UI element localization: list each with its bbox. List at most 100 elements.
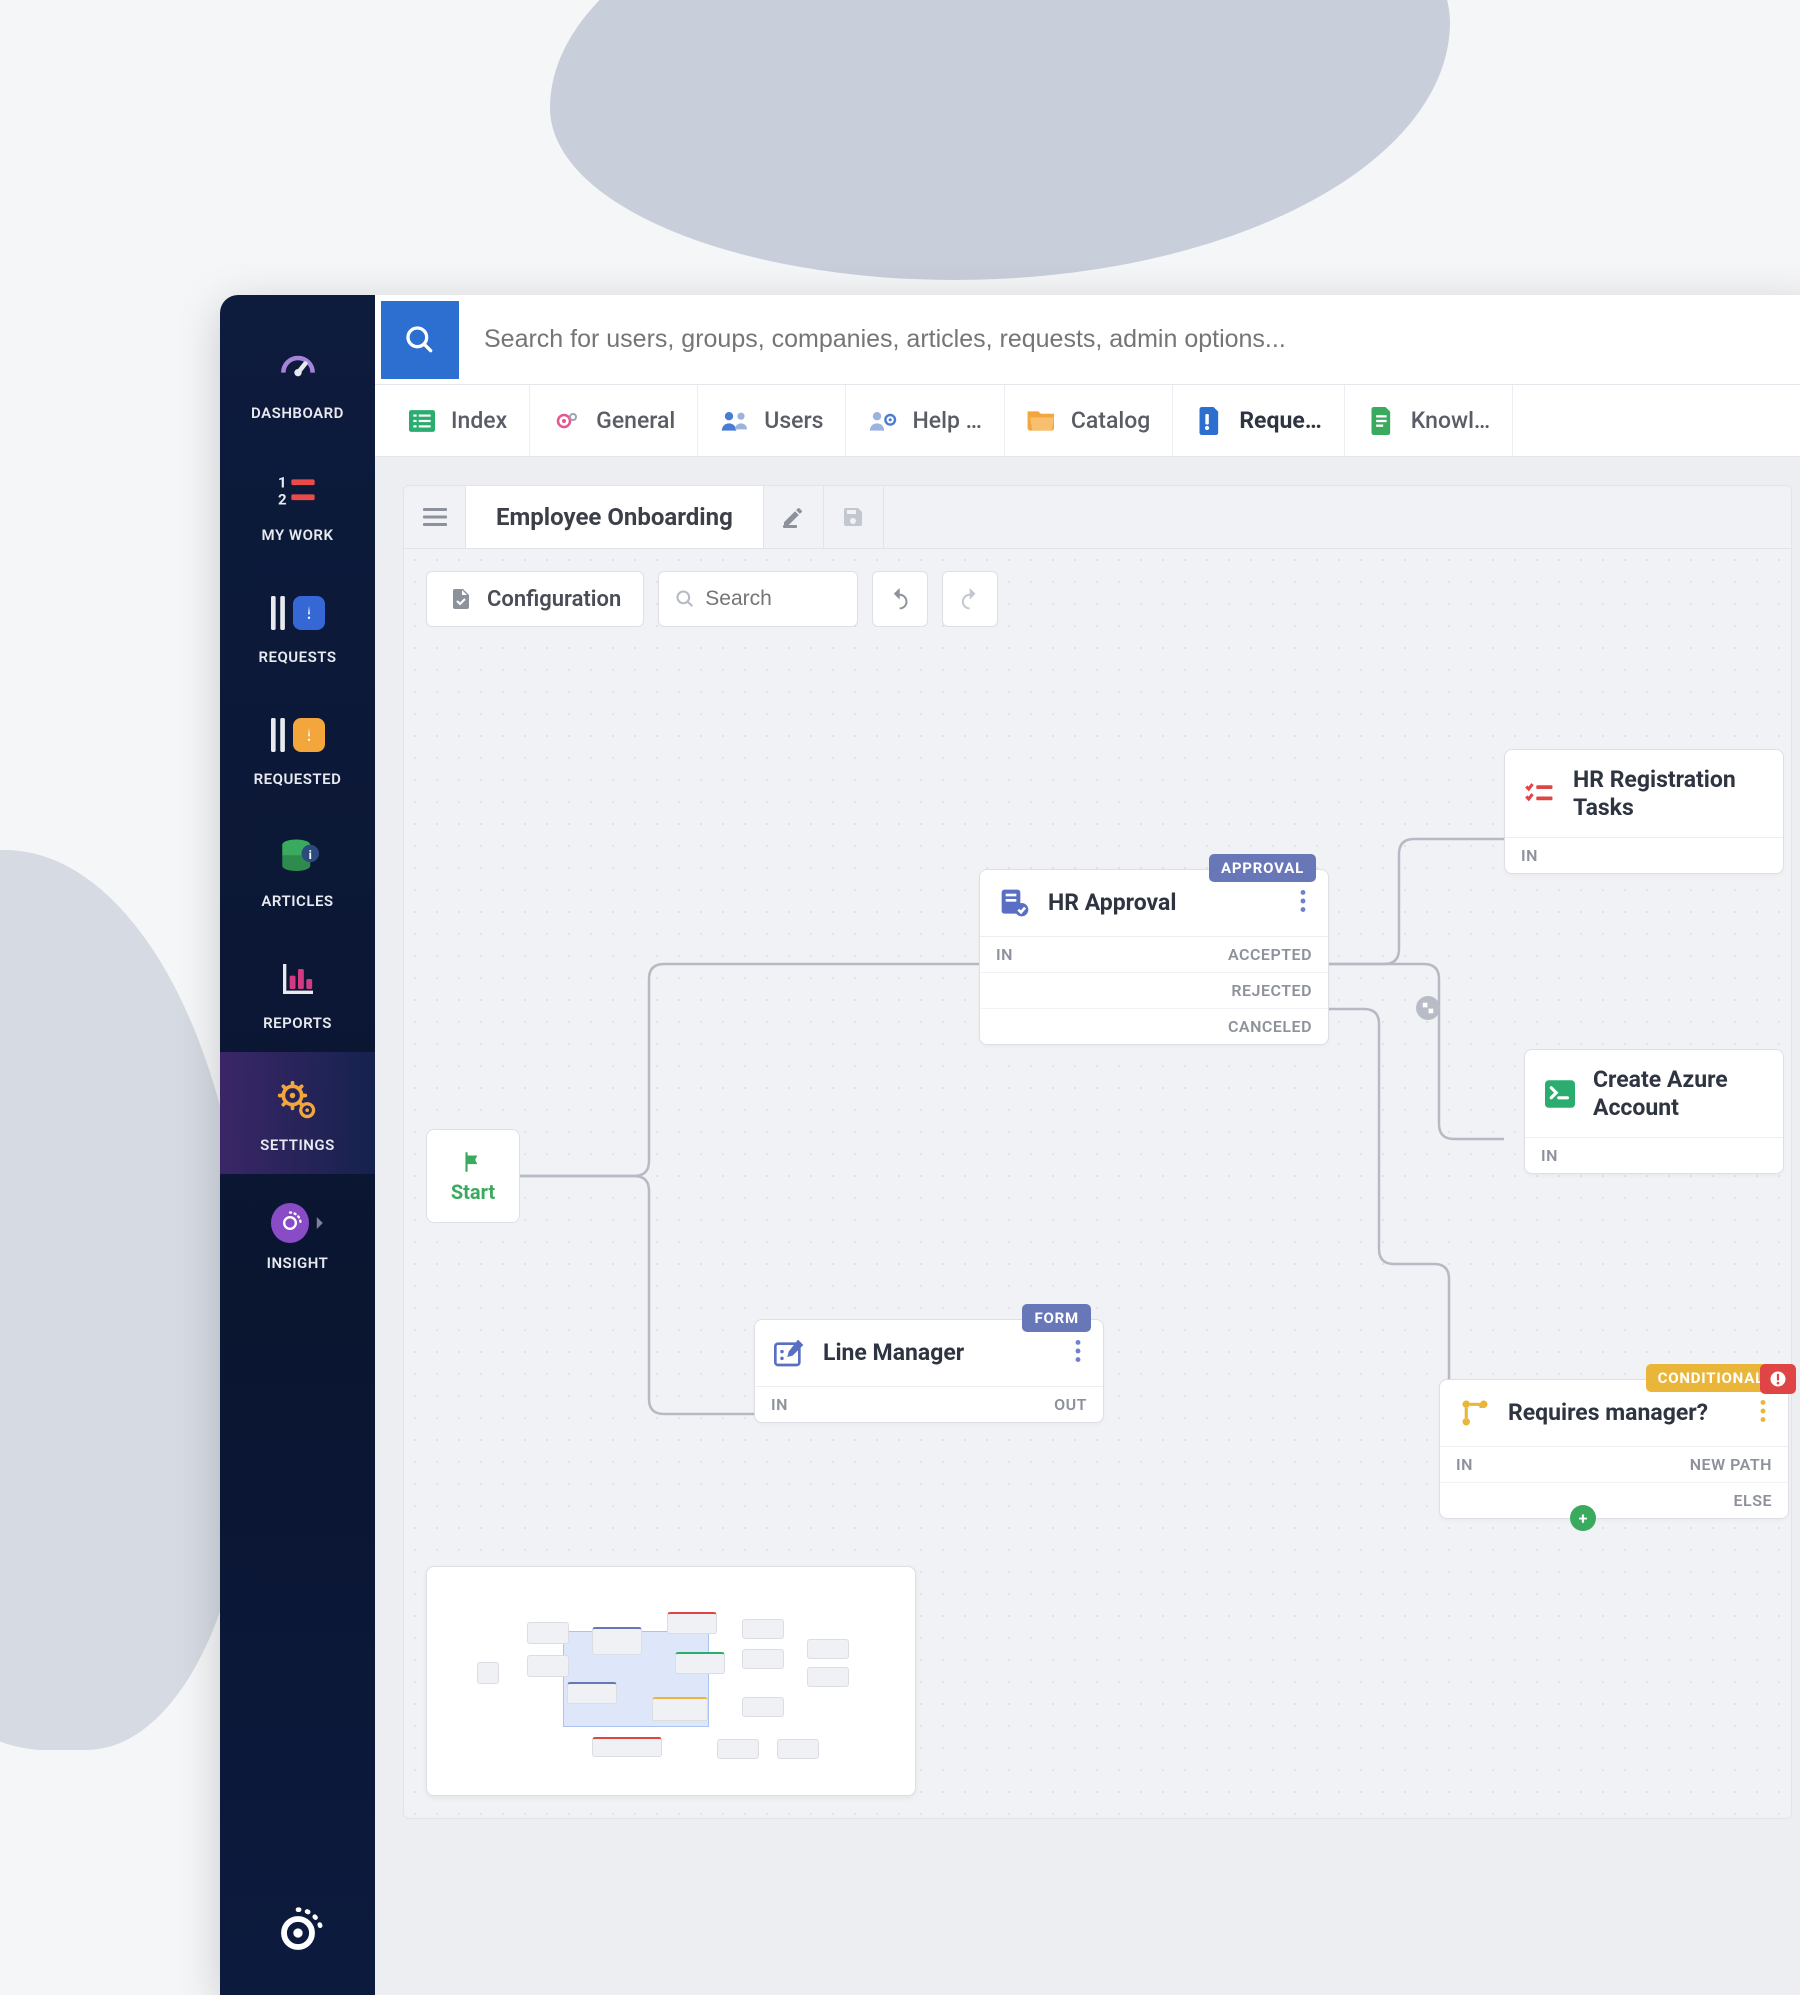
search-icon [404, 324, 436, 356]
gauge-icon [276, 347, 320, 391]
port-out: OUT [1054, 1395, 1087, 1414]
canvas-search[interactable] [658, 571, 858, 627]
sidebar-item-dashboard[interactable]: DASHBOARD [220, 320, 375, 442]
sidebar-item-insight[interactable]: INSIGHT [220, 1174, 375, 1292]
node-hr-approval[interactable]: APPROVAL HR Approval INACCEPTED REJECTED… [979, 869, 1329, 1045]
node-menu-button[interactable] [1756, 1396, 1770, 1430]
save-icon [841, 505, 865, 529]
users-icon [720, 408, 750, 434]
tab-requests[interactable]: Reque… [1173, 385, 1344, 456]
sidebar-item-mywork[interactable]: 12 MY WORK [220, 442, 375, 564]
kebab-icon [1760, 1400, 1766, 1422]
svg-text:1: 1 [278, 475, 287, 492]
node-menu-button[interactable] [1071, 1336, 1085, 1370]
port-in: IN [996, 945, 1013, 964]
numbered-list-icon: 12 [278, 475, 318, 507]
bars-icon [271, 595, 290, 631]
terminal-icon [1543, 1077, 1577, 1111]
tab-general[interactable]: General [530, 385, 698, 456]
sidebar-item-settings[interactable]: SETTINGS [220, 1052, 375, 1174]
bars-icon [271, 717, 290, 753]
start-label: Start [451, 1180, 495, 1204]
global-search-input[interactable] [459, 295, 1800, 384]
workflow-menu-button[interactable] [404, 486, 466, 548]
tab-label: Reque… [1239, 407, 1321, 434]
node-title: HR Registration Tasks [1573, 766, 1765, 821]
app-window: DASHBOARD 12 MY WORK REQUESTS REQUESTED [220, 295, 1800, 1995]
port-accepted: ACCEPTED [1228, 945, 1312, 964]
node-hr-registration[interactable]: HR Registration Tasks IN [1504, 749, 1784, 874]
alert-badge-icon [293, 718, 324, 752]
node-create-azure[interactable]: Create Azure Account IN [1524, 1049, 1784, 1174]
node-start[interactable]: Start [426, 1129, 520, 1223]
alert-icon [1769, 1370, 1787, 1388]
save-button[interactable] [824, 486, 884, 548]
document-icon [1367, 408, 1397, 434]
sidebar-label: DASHBOARD [251, 404, 344, 422]
redo-icon [957, 586, 983, 612]
branch-icon [1458, 1396, 1492, 1430]
redo-button[interactable] [942, 571, 998, 627]
tab-label: Help … [912, 407, 981, 434]
chevron-right-icon [315, 1217, 325, 1229]
sidebar-item-reports[interactable]: REPORTS [220, 930, 375, 1052]
edit-button[interactable] [764, 486, 824, 548]
search-icon [675, 589, 695, 609]
minimap[interactable] [426, 1566, 916, 1796]
tab-label: Knowl… [1411, 407, 1490, 434]
alert-badge-icon [293, 596, 324, 630]
tab-label: Users [764, 407, 823, 434]
tab-label: Catalog [1071, 407, 1150, 434]
kebab-icon [1300, 890, 1306, 912]
sidebar-item-requested[interactable]: REQUESTED [220, 686, 375, 808]
form-icon [773, 1336, 807, 1370]
database-icon: i [277, 836, 319, 878]
node-badge: CONDITIONAL [1646, 1364, 1776, 1392]
sidebar-label: SETTINGS [260, 1136, 335, 1154]
tab-label: General [596, 407, 675, 434]
svg-text:i: i [308, 848, 311, 862]
sidebar-label: MY WORK [262, 526, 334, 544]
tab-knowledge[interactable]: Knowl… [1345, 385, 1513, 456]
port-newpath: NEW PATH [1690, 1455, 1772, 1474]
insight-icon [271, 1203, 309, 1243]
svg-text:2: 2 [278, 490, 287, 507]
content-area: Employee Onboarding Configuration [375, 457, 1800, 1995]
port-canceled: CANCELED [1228, 1017, 1312, 1036]
sidebar-label: ARTICLES [261, 892, 333, 910]
sidebar-item-requests[interactable]: REQUESTS [220, 564, 375, 686]
background-decoration [550, 0, 1450, 280]
tab-catalog[interactable]: Catalog [1005, 385, 1173, 456]
index-icon [407, 408, 437, 434]
node-title: Create Azure Account [1593, 1066, 1765, 1121]
main-area: Index General Users Help … Catalog Reque… [375, 295, 1800, 1995]
background-decoration [0, 850, 250, 1750]
app-logo [270, 1875, 326, 1995]
chart-icon [278, 959, 318, 999]
canvas-toolbar: Configuration [426, 571, 998, 627]
error-badge[interactable] [1760, 1364, 1796, 1394]
users-gear-icon [868, 408, 898, 434]
sidebar: DASHBOARD 12 MY WORK REQUESTS REQUESTED [220, 295, 375, 1995]
node-menu-button[interactable] [1296, 886, 1310, 920]
tab-label: Index [451, 407, 507, 434]
tab-index[interactable]: Index [385, 385, 530, 456]
document-alert-icon [1195, 408, 1225, 434]
hamburger-icon [423, 507, 447, 527]
node-line-manager[interactable]: FORM Line Manager INOUT [754, 1319, 1104, 1423]
port-in: IN [1456, 1455, 1473, 1474]
search-button[interactable] [381, 301, 459, 379]
node-badge: APPROVAL [1209, 854, 1316, 882]
configuration-label: Configuration [487, 587, 621, 612]
undo-button[interactable] [872, 571, 928, 627]
sidebar-item-articles[interactable]: i ARTICLES [220, 808, 375, 930]
approval-icon [998, 886, 1032, 920]
workflow-canvas[interactable]: Configuration [403, 549, 1792, 1819]
configuration-button[interactable]: Configuration [426, 571, 644, 627]
add-port-button[interactable]: + [1570, 1505, 1596, 1531]
node-requires-manager[interactable]: CONDITIONAL Requires manager? INNEW PATH… [1439, 1379, 1789, 1519]
tab-help[interactable]: Help … [846, 385, 1004, 456]
canvas-search-input[interactable] [705, 587, 825, 611]
gears-icon [276, 1079, 320, 1123]
tab-users[interactable]: Users [698, 385, 846, 456]
